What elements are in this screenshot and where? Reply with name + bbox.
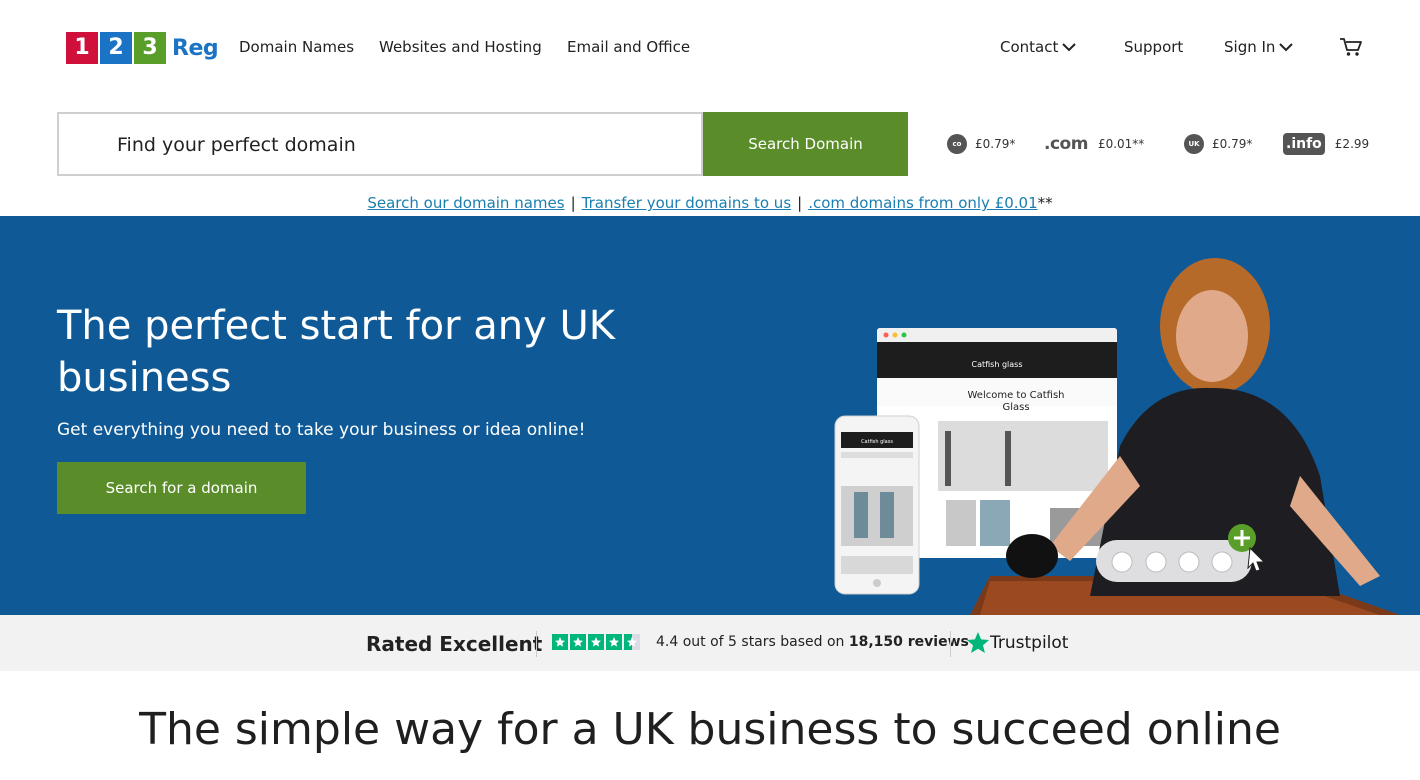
nav-sign-in-label: Sign In [1224,38,1276,56]
quick-links: Search our domain names | Transfer your do… [0,194,1420,212]
link-separator: | [797,194,803,212]
search-domain-button[interactable]: Search Domain [703,112,908,176]
star-icon [606,634,622,650]
svg-text:Welcome to Catfish: Welcome to Catfish [967,390,1064,401]
tld-price-uk: UK £0.79* [1184,132,1252,156]
trustpilot-star-icon [966,632,990,653]
chevron-down-icon [1062,43,1077,52]
cart-icon[interactable] [1339,36,1363,58]
mock-site-title: Catfish glass [972,360,1023,369]
nav-contact[interactable]: Contact [1000,38,1077,56]
rated-excellent: Rated Excellent [366,632,543,656]
section-title: The simple way for a UK business to succ… [139,704,1281,755]
domain-search-input[interactable] [117,130,677,160]
info-badge-icon: .info [1283,133,1325,155]
uk-badge-icon: UK [1184,134,1204,154]
rating-score-text: 4.4 out of 5 stars based on [656,634,845,650]
couk-badge-icon: co [947,134,967,154]
hero-title: The perfect start for any UK business [57,303,615,401]
hero-subtitle: Get everything you need to take your bus… [57,420,586,440]
tld-price: £0.79* [1212,137,1253,151]
nav-support[interactable]: Support [1124,38,1183,56]
divider [950,631,951,657]
logo-digit: 3 [134,32,166,64]
link-suffix: ** [1037,194,1053,212]
trustpilot-label: Trustpilot [990,633,1069,653]
nav-domain-names[interactable]: Domain Names [239,38,354,56]
logo-digit: 2 [100,32,132,64]
half-star-icon [624,634,640,650]
star-icon [570,634,586,650]
nav-websites-hosting[interactable]: Websites and Hosting [379,38,542,56]
search-for-domain-button[interactable]: Search for a domain [57,462,306,514]
nav-sign-in[interactable]: Sign In [1224,38,1294,56]
tld-price: £0.79* [975,137,1016,151]
logo-digit: 1 [66,32,98,64]
star-icon [588,634,604,650]
link-com-offer[interactable]: .com domains from only £0.01 [808,194,1037,212]
link-separator: | [570,194,576,212]
domain-search-box [57,112,703,176]
site-header: 1 2 3 Reg Domain Names Websites and Host… [0,0,1420,96]
tld-price-com: .com £0.01** [1044,132,1144,156]
hero-illustration: Catfish glass Welcome to Catfish Glass C… [834,258,1400,615]
divider [536,631,537,657]
logo-text: Reg [172,35,219,61]
tld-price-info: .info £2.99 [1283,132,1369,156]
brand-logo[interactable]: 1 2 3 Reg [66,32,219,64]
tld-price: £2.99 [1334,137,1370,151]
svg-text:Glass: Glass [1002,402,1029,413]
nav-email-office[interactable]: Email and Office [567,38,690,56]
trust-bar: Rated Excellent 4.4 out of 5 stars based… [0,615,1420,671]
com-badge-icon: .com [1044,134,1088,154]
tld-price: £0.01** [1097,137,1145,151]
tld-price-couk: co £0.79* [947,132,1015,156]
star-icon [552,634,568,650]
mobile-site-title: Catfish glass [861,439,893,445]
trustpilot-logo[interactable]: Trustpilot [966,631,1068,655]
rating-summary: 4.4 out of 5 stars based on 18,150 revie… [656,634,969,650]
nav-contact-label: Contact [1000,38,1059,56]
link-transfer-domains[interactable]: Transfer your domains to us [582,194,792,212]
chevron-down-icon [1279,43,1294,52]
link-search-domain-names[interactable]: Search our domain names [367,194,564,212]
hero-banner: The perfect start for any UK business Ge… [0,216,1420,615]
rating-stars [552,634,642,650]
